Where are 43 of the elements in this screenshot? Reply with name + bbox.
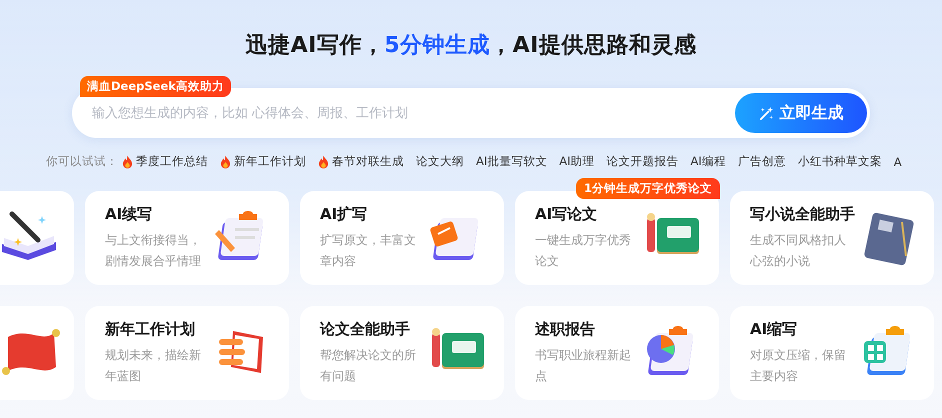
card-description: 一键生成万字优秀论文: [535, 232, 632, 270]
tool-card[interactable]: 写小说全能助手 生成不同风格扣人心弦的小说: [730, 191, 934, 285]
card-description: 帮您解决论文的所有问题: [320, 346, 417, 384]
generate-button[interactable]: 立即生成: [735, 93, 867, 133]
card-title: 论文全能助手: [320, 320, 410, 338]
tool-card[interactable]: AI缩写 对原文压缩，保留主要内容: [730, 306, 934, 400]
card-description: 扩写原文，丰富文章内容: [320, 232, 417, 270]
suggestion-link[interactable]: 春节对联生成: [318, 154, 404, 169]
card-description: 与上文衔接得当，剧情发展合乎情理: [105, 232, 202, 270]
tool-card[interactable]: 新年工作计划 规划未来，描绘新年蓝图: [85, 306, 289, 400]
tool-card[interactable]: AI续写 与上文衔接得当，剧情发展合乎情理: [85, 191, 289, 285]
promo-badge: 满血DeepSeek高效助力: [80, 76, 231, 97]
card-title: AI缩写: [750, 320, 798, 338]
card-description: 生成不同风格扣人心弦的小说: [750, 232, 847, 270]
tool-card[interactable]: 论文全能助手 帮您解决论文的所有问题: [300, 306, 504, 400]
suggestion-link[interactable]: AI助理: [559, 154, 595, 169]
magic-wand-icon: [758, 106, 774, 120]
tool-card[interactable]: 述职报告 书写职业旅程新起点: [515, 306, 719, 400]
suggestion-link[interactable]: A: [894, 154, 902, 168]
suggestion-link[interactable]: 广告创意: [738, 154, 786, 169]
card-title: AI写论文: [535, 204, 598, 224]
card-title: AI扩写: [320, 204, 368, 224]
promo-ribbon: 1分钟生成万字优秀论文: [576, 178, 720, 199]
suggestion-link[interactable]: 季度工作总结: [122, 154, 208, 169]
card-title: 述职报告: [535, 320, 595, 338]
tool-card[interactable]: AI扩写 扩写原文，丰富文章内容: [300, 191, 504, 285]
suggestion-label: 你可以试试：: [46, 154, 118, 169]
flame-icon: [122, 154, 133, 168]
card-description: 书写职业旅程新起点: [535, 346, 632, 384]
suggestion-link[interactable]: 论文开题报告: [606, 154, 679, 169]
flame-icon: [220, 154, 231, 168]
suggestion-link[interactable]: 论文大纲: [416, 154, 464, 169]
suggestion-link[interactable]: AI批量写软文: [476, 154, 548, 169]
headline: 迅捷AI写作，5分钟生成，AI提供思路和灵感: [246, 32, 696, 60]
suggestion-link[interactable]: AI编程: [690, 154, 726, 169]
flame-icon: [318, 154, 329, 168]
card-description: 规划未来，描绘新年蓝图: [105, 346, 202, 384]
card-title: 写小说全能助手: [750, 204, 855, 224]
suggestion-link[interactable]: 小红书种草文案: [798, 154, 882, 169]
card-title: 新年工作计划: [105, 320, 195, 338]
card-title: AI续写: [105, 204, 152, 224]
card-description: 对原文压缩，保留主要内容: [750, 346, 847, 384]
suggestion-link[interactable]: 新年工作计划: [220, 154, 306, 169]
